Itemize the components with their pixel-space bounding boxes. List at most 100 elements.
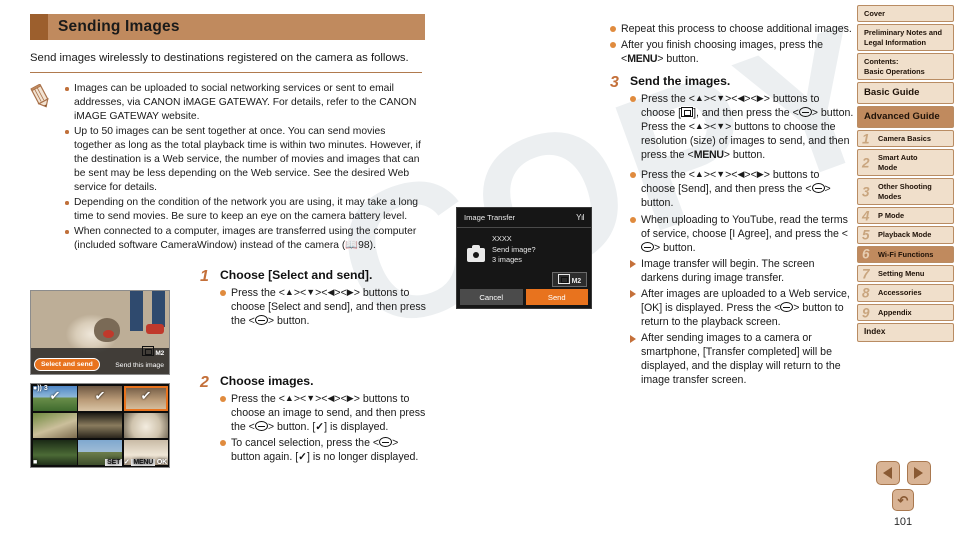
send-button[interactable]: Send	[525, 289, 588, 305]
signal-icon: Yıl	[576, 213, 584, 222]
func-set-icon	[798, 106, 812, 117]
sidebar-item-smart-auto-mode[interactable]: 2 Smart Auto Mode	[857, 149, 954, 177]
thumbnail-grid: ✓ ✓ ✓	[31, 384, 169, 467]
right-arrow-icon	[914, 467, 923, 479]
grid-cell[interactable]	[123, 412, 168, 439]
recipient-name: XXXX	[492, 234, 512, 243]
menu-hint: MENU	[131, 459, 156, 466]
grid-cell[interactable]	[78, 412, 122, 439]
chapter-number: 7	[862, 266, 870, 282]
sidebar-item-accessories[interactable]: 8 Accessories	[857, 284, 954, 302]
grid-cell[interactable]: ✓	[78, 385, 122, 412]
image-quality-icon: ■	[33, 459, 38, 466]
sidebar-nav: Cover Preliminary Notes and Legal Inform…	[857, 5, 954, 344]
sidebar-item-p-mode[interactable]: 4 P Mode	[857, 206, 954, 225]
page-navigation-controls: ↶ 101	[864, 461, 942, 528]
step-bullets: Press the <▲><▼><◀><▶> buttons to choose…	[630, 92, 855, 388]
sidebar-item-preliminary-notes[interactable]: Preliminary Notes and Legal Information	[857, 24, 954, 52]
step-number: 1	[200, 268, 209, 286]
dialog-header: Image Transfer Yıl	[457, 208, 591, 228]
dog-snout	[102, 330, 114, 338]
chapter-number: 4	[862, 207, 870, 223]
bullet-item: Press the <▲><▼><◀><▶> buttons to choose…	[220, 286, 428, 328]
dialog-title: Image Transfer	[464, 213, 516, 222]
step-1: 1 Choose [Select and send]. Press the <▲…	[200, 268, 428, 330]
continued-bullets: Repeat this process to choose additional…	[610, 22, 855, 66]
menu-button-token: MENU	[693, 149, 724, 162]
note-item: Depending on the condition of the networ…	[64, 196, 422, 224]
grid-cell[interactable]	[32, 439, 77, 466]
bullet-item: When uploading to YouTube, read the term…	[630, 213, 855, 255]
sidebar-item-label: Other Shooting Modes	[878, 182, 932, 201]
left-column: Sending Images Send images wirelessly to…	[30, 14, 430, 524]
book-ref-icon: 📖	[345, 240, 359, 252]
return-button[interactable]: ↶	[892, 489, 914, 511]
next-page-button[interactable]	[906, 461, 931, 485]
bullet-item: Repeat this process to choose additional…	[610, 22, 855, 36]
grid-cell[interactable]	[32, 412, 77, 439]
step-heading: Send the images.	[630, 74, 731, 89]
func-set-icon	[811, 183, 825, 194]
sidebar-item-wifi-functions[interactable]: 6 Wi-Fi Functions	[857, 245, 954, 264]
set-hint: SET	[105, 459, 123, 466]
divider	[30, 72, 422, 74]
func-set-icon	[641, 241, 654, 252]
sidebar-item-appendix[interactable]: 9 Appendix	[857, 303, 954, 322]
step-heading: Choose images.	[220, 374, 314, 389]
checkmark-icon: ✓	[123, 459, 130, 466]
chapter-number: 2	[862, 154, 870, 170]
sidebar-item-index[interactable]: Index	[857, 323, 954, 342]
send-this-image-label[interactable]: Send this image	[115, 362, 164, 369]
bullet-item: After sending images to a camera or smar…	[630, 331, 855, 387]
resolution-badge: M2	[141, 346, 164, 357]
chapter-number: 5	[862, 227, 870, 243]
grid-hints: SET ✓ MENU OK	[105, 458, 167, 466]
chapter-number: 3	[862, 183, 870, 199]
sidebar-item-contents[interactable]: Contents: Basic Operations	[857, 53, 954, 80]
sidebar-item-playback-mode[interactable]: 5 Playback Mode	[857, 226, 954, 244]
sidebar-item-setting-menu[interactable]: 7 Setting Menu	[857, 265, 954, 283]
sidebar-item-advanced-guide[interactable]: Advanced Guide	[857, 105, 954, 128]
sidebar-item-basic-guide[interactable]: Basic Guide	[857, 81, 954, 104]
menu-button-token: MENU	[627, 53, 658, 66]
bullet-item: To cancel selection, press the < > button…	[220, 436, 428, 464]
ok-hint: OK	[156, 459, 167, 466]
sidebar-item-cover[interactable]: Cover	[857, 5, 954, 23]
func-set-icon	[254, 420, 268, 431]
resize-icon	[557, 274, 570, 284]
grid-cell-selected[interactable]: ✓	[123, 385, 168, 412]
sidebar-item-label: Playback Mode	[878, 230, 932, 240]
sidebar-item-label: Accessories	[878, 288, 922, 298]
dialog-body: XXXX Send image? 3 images	[457, 234, 591, 266]
checkmark-icon: ✓	[139, 387, 152, 404]
note-block: Images can be uploaded to social network…	[30, 82, 424, 254]
intro-text: Send images wirelessly to destinations r…	[30, 52, 409, 64]
resize-icon	[141, 346, 154, 356]
confirm-question: Send image?	[492, 244, 536, 254]
step-3: 3 Send the images. Press the <▲><▼><◀><▶…	[610, 74, 855, 389]
step-heading: Choose [Select and send].	[220, 268, 373, 283]
person-shoe	[145, 324, 164, 334]
page-number: 101	[893, 516, 913, 528]
select-and-send-button[interactable]: Select and send	[34, 358, 100, 371]
manual-page: COPY Sending Images Send images wireless…	[0, 0, 954, 534]
sidebar-item-label: Smart Auto Mode	[878, 153, 918, 172]
sidebar-item-camera-basics[interactable]: 1 Camera Basics	[857, 129, 954, 148]
section-header: Sending Images	[30, 14, 425, 40]
bullet-item: Press the <▲><▼><◀><▶> buttons to choose…	[630, 92, 855, 162]
camera-icon	[467, 245, 485, 262]
cancel-button[interactable]: Cancel	[460, 289, 523, 305]
person-leg	[152, 291, 166, 327]
sidebar-item-other-shooting-modes[interactable]: 3 Other Shooting Modes	[857, 178, 954, 205]
resolution-selector[interactable]: M2	[551, 272, 587, 287]
page-title: Sending Images	[58, 18, 180, 35]
note-item: Images can be uploaded to social network…	[64, 82, 422, 124]
image-count: 3 images	[492, 255, 522, 265]
pencil-icon	[30, 82, 64, 254]
section-tab-marker	[30, 14, 48, 40]
step-2: 2 Choose images. Press the <▲><▼><◀><▶> …	[200, 374, 428, 466]
step-bullets: Press the <▲><▼><◀><▶> buttons to choose…	[220, 392, 428, 464]
return-icon: ↶	[897, 492, 909, 508]
chapter-number: 9	[862, 304, 870, 320]
previous-page-button[interactable]	[875, 461, 900, 485]
